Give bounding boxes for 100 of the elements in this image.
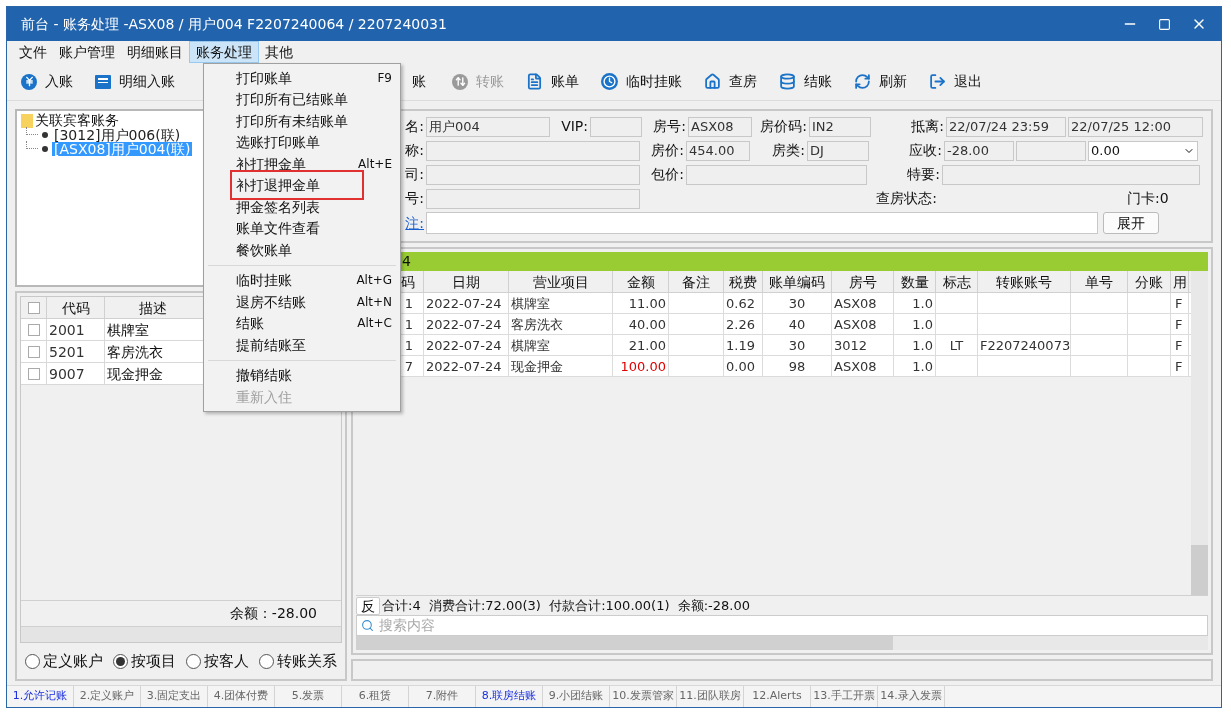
column-header[interactable]: 数量 [894, 271, 936, 292]
table-cell: 1.0 [894, 314, 936, 334]
radio-button[interactable] [113, 653, 128, 669]
column-header[interactable]: 用 [1171, 271, 1189, 292]
table-cell: LT [936, 335, 978, 355]
text-field[interactable] [1016, 140, 1086, 161]
toolbar-button[interactable]: 查房 [700, 66, 761, 97]
text-field[interactable] [426, 140, 640, 161]
bottom-tab[interactable]: 6.租赁 [342, 686, 409, 707]
toolbar-button[interactable]: 入账 [17, 66, 77, 97]
toolbar-button[interactable]: 明细入账 [91, 66, 179, 97]
table-cell: ASX08 [832, 293, 894, 313]
field-label: VIP: [560, 117, 588, 136]
bottom-tab[interactable]: 3.固定支出 [141, 686, 208, 707]
radio-option[interactable]: 定义账户 [25, 649, 103, 673]
bottom-tab[interactable]: 4.团体付费 [208, 686, 275, 707]
column-header[interactable]: 标志 [936, 271, 978, 292]
text-field[interactable] [686, 164, 867, 185]
column-header[interactable]: 代码 [47, 297, 105, 318]
column-header[interactable]: 备注 [669, 271, 724, 292]
bottom-tab[interactable]: 9.小团结账 [543, 686, 610, 707]
text-field[interactable]: IN2 [809, 116, 871, 137]
radio-button[interactable] [186, 653, 201, 669]
radio-button[interactable] [259, 653, 274, 669]
table-cell: F [1171, 293, 1189, 313]
menu-item[interactable]: 打印账单 F9 [204, 67, 400, 89]
tree-item[interactable]: 关联宾客账务 [35, 113, 119, 128]
column-header[interactable]: 房号 [832, 271, 894, 292]
bottom-tab[interactable]: 1.允许记账 [7, 686, 74, 707]
text-field[interactable]: 22/07/25 12:00 [1068, 116, 1203, 137]
table-cell: 98 [763, 356, 832, 376]
bottom-tab[interactable]: 11.团队联房 [677, 686, 744, 707]
menu-item[interactable]: 选账打印账单 [204, 131, 400, 153]
expand-button[interactable]: 展开 [1103, 212, 1159, 234]
transfer-icon [452, 73, 468, 90]
column-header[interactable]: 单号 [1071, 271, 1128, 292]
text-field[interactable]: ASX08 [688, 116, 752, 137]
text-field[interactable] [426, 164, 640, 185]
radio-button[interactable] [25, 653, 40, 669]
radio-option[interactable]: 按客人 [186, 649, 249, 673]
bottom-tab[interactable]: 13.手工开票 [811, 686, 878, 707]
menu-item[interactable]: 打印所有未结账单 [204, 110, 400, 132]
bottom-tab[interactable]: 14.录入发票 [878, 686, 945, 707]
column-header[interactable]: 税费 [724, 271, 763, 292]
menu-item[interactable]: 押金签名列表 [204, 196, 400, 218]
text-field[interactable]: 用户004 [426, 116, 550, 137]
bottom-tab[interactable]: 5.发票 [275, 686, 342, 707]
field-label: 名: [404, 117, 424, 136]
toolbar-button[interactable]: 刷新 [850, 66, 911, 97]
bottom-tab[interactable]: 10.发票管家 [610, 686, 677, 707]
reverse-button[interactable]: 反 [356, 596, 380, 615]
text-field[interactable]: 454.00 [686, 140, 750, 161]
tree-item[interactable]: [3012]用户006(联) [52, 128, 183, 142]
text-field[interactable] [426, 188, 640, 209]
column-header[interactable]: 转账账号 [978, 271, 1071, 292]
table-cell: ASX08 [832, 356, 894, 376]
text-field[interactable]: DJ [807, 140, 869, 161]
column-header[interactable]: 营业项目 [509, 271, 613, 292]
menu-item[interactable]: 打印所有已结账单 [204, 88, 400, 110]
menu-item[interactable]: 临时挂账 Alt+G [204, 269, 400, 291]
checkbox[interactable] [27, 301, 40, 314]
maximize-icon[interactable] [1158, 17, 1171, 31]
toolbar-button[interactable]: 临时挂账 [597, 66, 686, 97]
text-field[interactable] [590, 116, 642, 137]
toolbar-button[interactable]: 结账 [775, 66, 836, 97]
bottom-tab[interactable]: 2.定义账户 [74, 686, 141, 707]
radio-option[interactable]: 按项目 [113, 649, 176, 673]
bottom-tab[interactable]: 8.联房结账 [476, 686, 543, 707]
horizontal-scrollbar[interactable] [356, 636, 1208, 650]
vertical-scrollbar[interactable] [1191, 271, 1208, 595]
checkbox[interactable] [27, 345, 40, 358]
table-cell: ASX08 [832, 314, 894, 334]
toolbar-button[interactable]: 账 [408, 66, 430, 97]
remark-field[interactable] [426, 212, 1098, 234]
bottom-tab[interactable]: 7.附件 [409, 686, 476, 707]
menu-bar-item[interactable]: 账务处理 [189, 41, 259, 63]
column-header[interactable]: 金额 [613, 271, 669, 292]
table-cell: 1.0 [894, 356, 936, 376]
field-label: 应收: [908, 141, 942, 160]
text-field[interactable]: 22/07/24 23:59 [946, 116, 1066, 137]
text-field[interactable] [942, 164, 1200, 185]
column-header[interactable]: 分账 [1128, 271, 1171, 292]
menu-bar-item[interactable]: 账户管理 [53, 41, 121, 63]
column-header[interactable]: 描述 [105, 297, 201, 318]
menu-item[interactable]: 账单文件查看 [204, 217, 400, 239]
column-header[interactable]: 账单编码 [763, 271, 832, 292]
menu-bar-item[interactable]: 文件 [13, 41, 53, 63]
amount-select[interactable]: 0.00 [1088, 140, 1198, 161]
toolbar-button[interactable]: 账单 [522, 66, 583, 97]
radio-option[interactable]: 转账关系 [259, 649, 337, 673]
menu-bar-item[interactable]: 明细账目 [121, 41, 189, 63]
menu-bar-item[interactable]: 其他 [259, 41, 299, 63]
bottom-tab[interactable]: 12.Alerts [744, 686, 811, 707]
search-field[interactable]: 搜索内容 [356, 615, 1208, 636]
toolbar-button[interactable]: 退出 [925, 66, 986, 97]
checkbox[interactable] [27, 367, 40, 380]
checkbox[interactable] [27, 323, 40, 336]
text-field[interactable]: -28.00 [944, 140, 1014, 161]
column-header[interactable]: 日期 [424, 271, 509, 292]
horizontal-scrollbar[interactable] [21, 626, 341, 642]
